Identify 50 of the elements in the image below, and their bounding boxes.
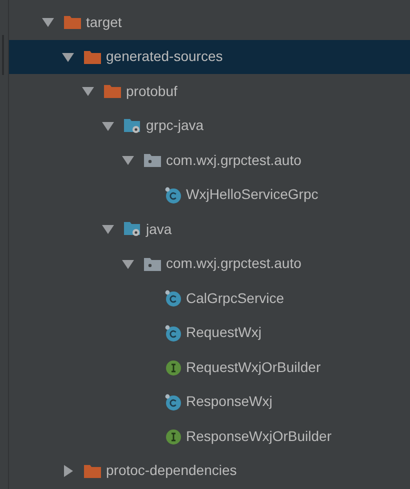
interface-icon [164,427,182,446]
tree-item[interactable]: target [9,5,410,40]
item-label: CalGrpcService [186,288,284,308]
interface-icon [164,358,182,376]
item-label: protobuf [126,82,178,101]
item-label: target [86,12,122,32]
tree-item[interactable]: WxjHelloServiceGrpc [9,178,410,212]
expanded-arrow-icon[interactable] [42,16,54,28]
class-icon [164,186,182,204]
tree-item[interactable]: ResponseWxj [9,384,410,419]
class-icon [164,289,182,308]
gear-folder-icon [124,221,142,238]
package-icon [144,256,161,271]
package-icon [144,153,161,168]
tree-item[interactable]: CalGrpcService [9,281,410,316]
expanded-arrow-icon[interactable] [122,258,134,270]
item-label: com.wxj.grpctest.auto [166,150,302,170]
tree-item[interactable]: RequestWxj [9,316,410,350]
tree-item[interactable]: java [9,212,410,246]
tree-item[interactable]: generated-sources [9,40,410,74]
item-label: protoc-dependencies [106,461,237,480]
class-icon [164,392,182,411]
tree-item[interactable]: protobuf [9,74,410,108]
item-label: RequestWxj [186,323,262,342]
tree-item[interactable]: protoc-dependencies [9,454,410,488]
folder-icon [84,50,101,64]
item-label: com.wxj.grpctest.auto [166,254,302,274]
folder-icon [104,84,121,98]
tree-item[interactable]: RequestWxjOrBuilder [9,350,410,384]
tree-item[interactable]: com.wxj.grpctest.auto [9,246,410,281]
folder-icon [64,15,81,30]
expanded-arrow-icon[interactable] [62,50,74,63]
item-label: ResponseWxj [186,392,272,412]
item-label: WxjHelloServiceGrpc [186,185,318,204]
collapsed-arrow-icon[interactable] [62,464,74,477]
item-label: generated-sources [106,47,223,66]
item-label: ResponseWxjOrBuilder [186,426,332,446]
item-label: RequestWxjOrBuilder [186,358,321,377]
expanded-arrow-icon[interactable] [122,154,134,166]
gear-folder-icon [124,118,142,134]
folder-icon [84,464,101,478]
item-label: java [146,220,172,239]
tree-item[interactable]: ResponseWxjOrBuilder [9,419,410,454]
item-label: grpc-java [146,116,204,136]
expanded-arrow-icon[interactable] [102,120,114,132]
expanded-arrow-icon[interactable] [82,85,94,98]
tree-item[interactable]: com.wxj.grpctest.auto [9,143,410,178]
expanded-arrow-icon[interactable] [102,223,114,236]
class-icon [164,324,182,342]
tree-item[interactable]: grpc-java [9,108,410,143]
